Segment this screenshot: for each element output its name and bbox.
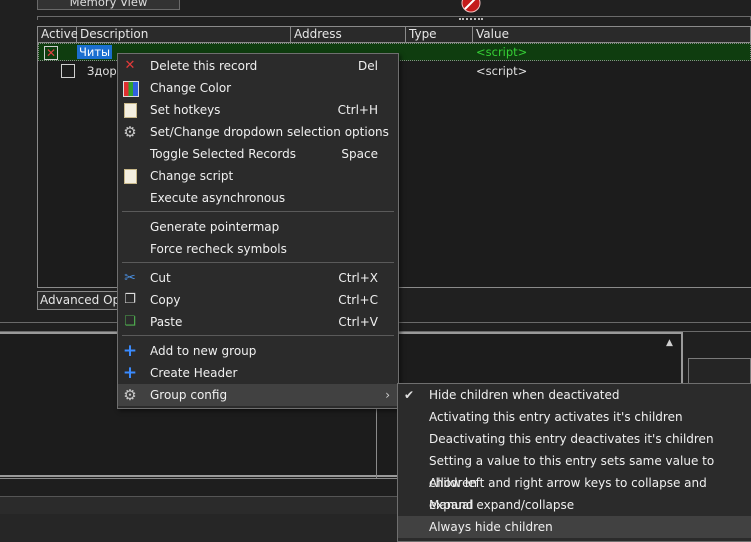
menu-item-label: Copy <box>150 293 181 307</box>
submenu-item-label: Always hide children <box>429 520 553 534</box>
menu-item-change-script[interactable]: Change script <box>118 165 398 187</box>
chevron-right-icon: › <box>385 388 390 402</box>
record-value[interactable]: <script> <box>476 63 527 79</box>
menu-item-shortcut: Ctrl+V <box>338 315 378 329</box>
menu-item-shortcut: Ctrl+H <box>337 103 378 117</box>
menu-item-add-to-group[interactable]: + Add to new group <box>118 340 398 362</box>
column-header-type[interactable]: Type <box>406 26 473 43</box>
menu-item-shortcut: Ctrl+C <box>338 293 378 307</box>
submenu-item-set-value-children[interactable]: Setting a value to this entry sets same … <box>398 450 751 490</box>
script-icon <box>124 169 137 184</box>
menu-item-shortcut: Space <box>341 147 378 161</box>
menu-separator <box>122 335 394 336</box>
menu-item-cut[interactable]: ✂ Cut Ctrl+X <box>118 267 398 289</box>
column-header-description[interactable]: Description <box>77 26 291 43</box>
menu-separator <box>122 262 394 263</box>
menu-item-change-color[interactable]: Change Color <box>118 77 398 99</box>
plus-icon: + <box>122 341 138 361</box>
menu-item-label: Create Header <box>150 366 238 380</box>
gear-icon: ⚙ <box>123 386 137 404</box>
menu-item-paste[interactable]: ❏ Paste Ctrl+V <box>118 311 398 333</box>
menu-item-shortcut: Del <box>358 59 378 73</box>
menu-item-label: Add to new group <box>150 344 257 358</box>
menu-item-label: Execute asynchronous <box>150 191 286 205</box>
menu-item-force-recheck[interactable]: Force recheck symbols <box>118 238 398 260</box>
no-entry-icon[interactable] <box>457 0 485 20</box>
menu-item-label: Set hotkeys <box>150 103 221 117</box>
submenu-item-label: Deactivating this entry deactivates it's… <box>429 432 714 446</box>
record-value[interactable]: <script> <box>476 45 527 59</box>
menu-item-group-config[interactable]: ⚙ Group config › <box>118 384 398 406</box>
menu-item-execute-async[interactable]: Execute asynchronous <box>118 187 398 209</box>
menu-item-label: Generate pointermap <box>150 220 280 234</box>
submenu-item-hide-children-deactivated[interactable]: ✔ Hide children when deactivated <box>398 384 751 406</box>
submenu-item-label: Manual expand/collapse <box>429 498 575 512</box>
menu-item-label: Paste <box>150 315 183 329</box>
plus-icon: + <box>122 363 138 383</box>
submenu-item-manual-expand[interactable]: Manual expand/collapse <box>398 494 751 516</box>
menu-item-delete-record[interactable]: ✕ Delete this record Del <box>118 55 398 77</box>
menu-item-label: Group config <box>150 388 228 402</box>
submenu-item-label: Activating this entry activates it's chi… <box>429 410 683 424</box>
menu-item-label: Set/Change dropdown selection options <box>150 125 389 139</box>
memory-view-button[interactable]: Memory View <box>37 0 180 10</box>
paste-icon: ❏ <box>124 314 136 329</box>
hotkey-icon <box>124 103 137 118</box>
menu-item-label: Force recheck symbols <box>150 242 287 256</box>
menu-item-set-hotkeys[interactable]: Set hotkeys Ctrl+H <box>118 99 398 121</box>
submenu-item-activate-children[interactable]: Activating this entry activates it's chi… <box>398 406 751 428</box>
menu-item-copy[interactable]: ❐ Copy Ctrl+C <box>118 289 398 311</box>
menu-item-label: Delete this record <box>150 59 258 73</box>
active-checkbox[interactable] <box>61 64 75 78</box>
menu-item-create-header[interactable]: + Create Header <box>118 362 398 384</box>
side-panel <box>688 358 751 384</box>
gear-icon: ⚙ <box>123 123 137 141</box>
submenu-item-deactivate-children[interactable]: Deactivating this entry deactivates it's… <box>398 428 751 450</box>
copy-icon: ❐ <box>124 292 136 307</box>
column-header-active[interactable]: Active <box>37 26 78 43</box>
column-header-address[interactable]: Address <box>291 26 406 43</box>
menu-item-shortcut: Ctrl+X <box>338 271 378 285</box>
menu-item-label: Change script <box>150 169 234 183</box>
submenu-item-label: Hide children when deactivated <box>429 388 620 402</box>
checkmark-icon: ✔ <box>404 388 415 402</box>
record-description[interactable]: Здор <box>87 63 117 79</box>
delete-icon: ✕ <box>124 58 136 73</box>
menu-item-generate-pointermap[interactable]: Generate pointermap <box>118 216 398 238</box>
active-checkbox[interactable]: ✕ <box>44 46 58 60</box>
menu-separator <box>122 211 394 212</box>
cut-icon: ✂ <box>124 270 136 286</box>
menu-item-label: Cut <box>150 271 171 285</box>
submenu-item-always-hide[interactable]: Always hide children <box>398 516 751 538</box>
toolbar-divider <box>37 16 751 20</box>
column-header-value[interactable]: Value <box>473 26 751 43</box>
record-description[interactable]: Читы <box>77 45 113 59</box>
scroll-up-icon[interactable]: ▲ <box>666 338 673 348</box>
submenu-item-arrow-keys[interactable]: Allow left and right arrow keys to colla… <box>398 472 751 512</box>
color-icon <box>123 81 139 97</box>
menu-item-label: Toggle Selected Records <box>150 147 296 161</box>
menu-item-toggle-selected[interactable]: Toggle Selected Records Space <box>118 143 398 165</box>
menu-item-dropdown-options[interactable]: ⚙ Set/Change dropdown selection options <box>118 121 398 143</box>
menu-item-label: Change Color <box>150 81 232 95</box>
